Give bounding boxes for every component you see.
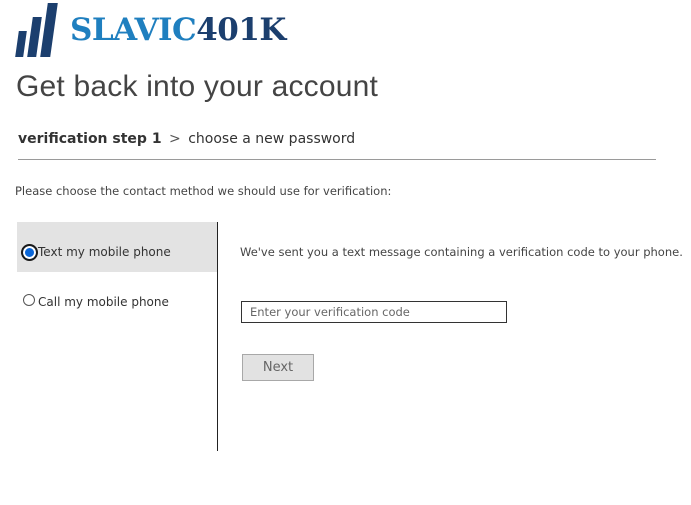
- method-text-phone[interactable]: Text my mobile phone: [17, 222, 217, 272]
- radio-text-phone[interactable]: [21, 244, 38, 261]
- breadcrumb: verification step 1 > choose a new passw…: [18, 131, 656, 160]
- next-button[interactable]: Next: [242, 354, 314, 381]
- logo-bar-3: [40, 3, 58, 57]
- radio-call-phone[interactable]: [23, 294, 35, 306]
- verification-code-input[interactable]: [241, 301, 507, 323]
- contact-method-list: Text my mobile phone Call my mobile phon…: [17, 222, 217, 322]
- logo-bar-2: [27, 17, 42, 57]
- method-call-phone[interactable]: Call my mobile phone: [17, 272, 217, 322]
- instructions-text: Please choose the contact method we shou…: [15, 184, 392, 198]
- breadcrumb-current-step: verification step 1: [18, 131, 162, 147]
- breadcrumb-next-step: choose a new password: [188, 131, 356, 147]
- page-title: Get back into your account: [16, 70, 379, 103]
- vertical-divider: [217, 222, 218, 451]
- method-text-phone-label: Text my mobile phone: [38, 245, 171, 259]
- brand-logo: SLAVIC401K: [14, 1, 304, 57]
- logo-wordmark: SLAVIC401K: [70, 15, 286, 46]
- logo-wordmark-part1: SLAVIC: [70, 12, 197, 48]
- sent-message: We've sent you a text message containing…: [240, 245, 683, 259]
- logo-wordmark-part2: 401K: [196, 12, 286, 48]
- breadcrumb-separator: >: [169, 131, 181, 147]
- method-call-phone-label: Call my mobile phone: [38, 295, 169, 309]
- logo-bar-1: [15, 31, 27, 57]
